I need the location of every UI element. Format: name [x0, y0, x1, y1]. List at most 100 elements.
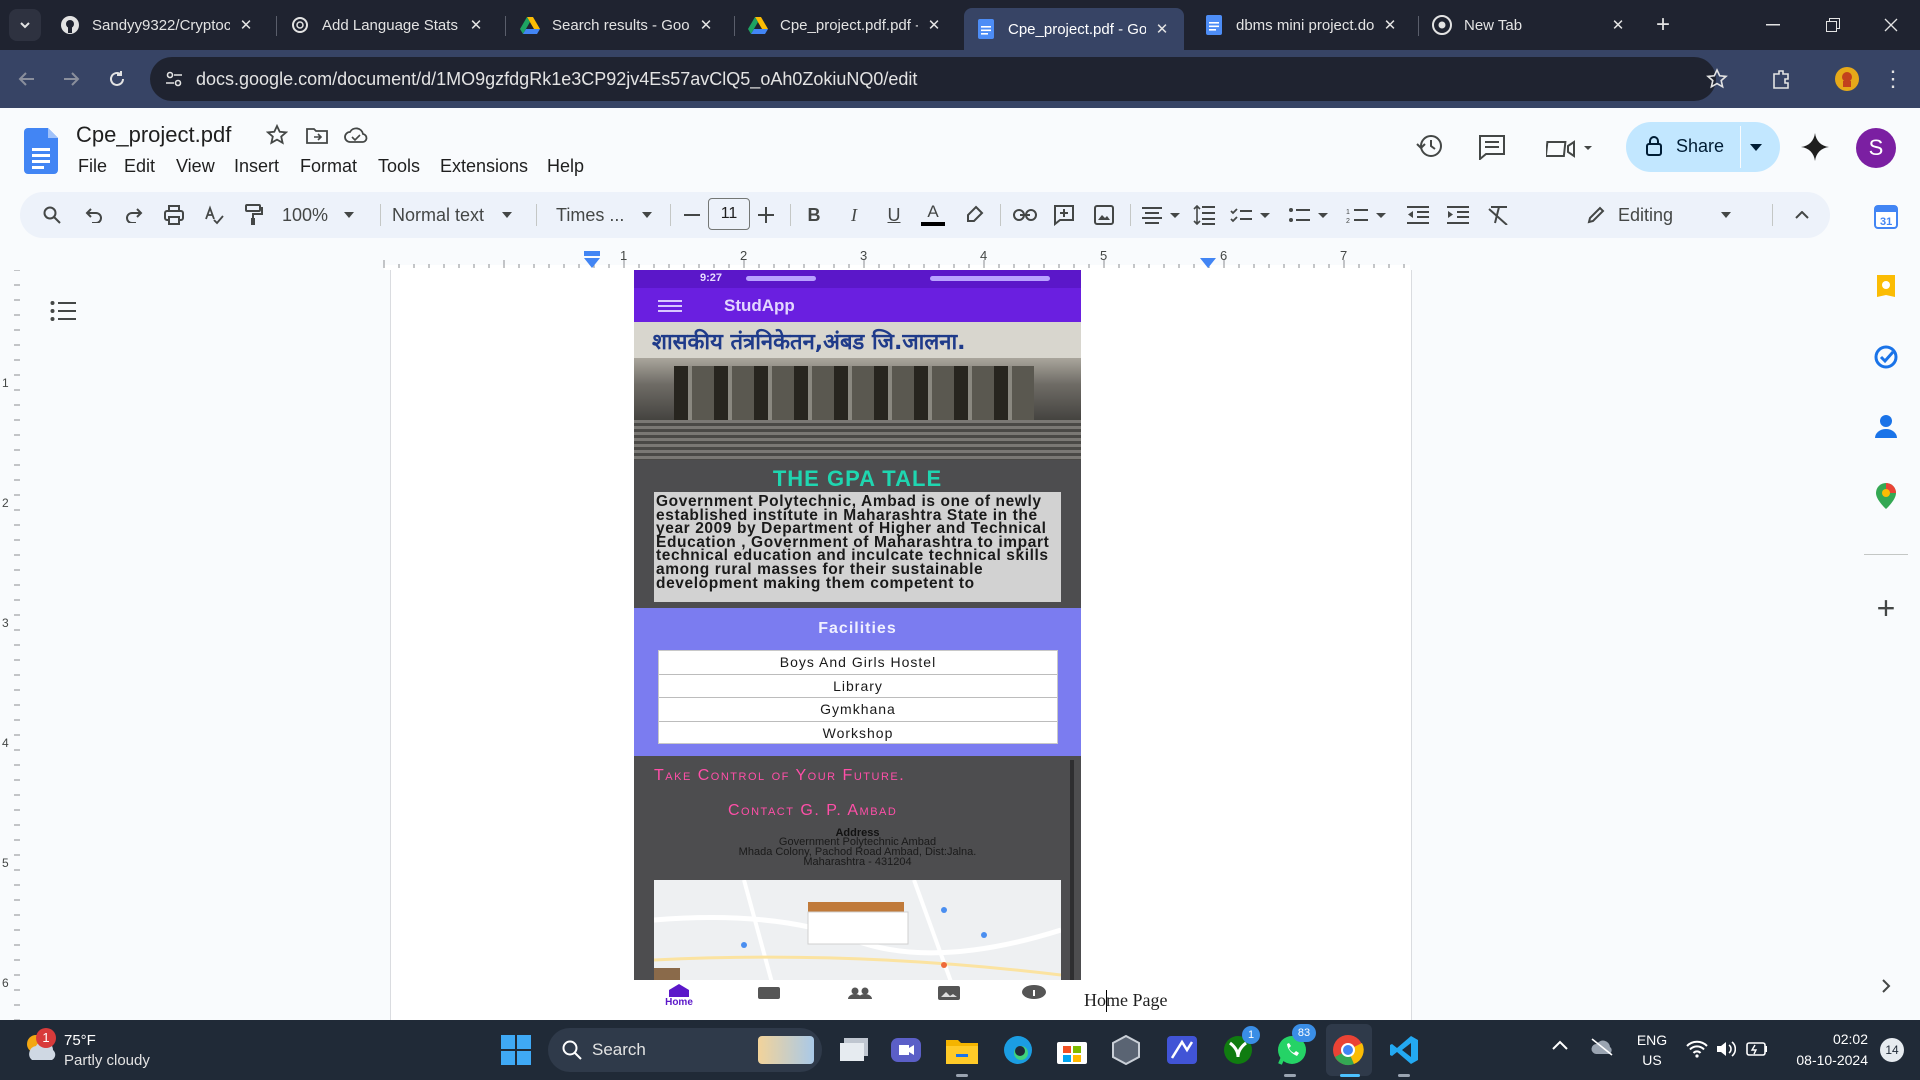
gemini-icon[interactable] — [1800, 132, 1830, 162]
taskbar-search-box[interactable]: Search — [548, 1028, 822, 1072]
star-icon[interactable] — [266, 124, 288, 146]
show-hidden-icons-icon[interactable] — [1552, 1040, 1568, 1050]
powerapps-icon[interactable] — [1162, 1030, 1202, 1070]
move-folder-icon[interactable] — [306, 126, 328, 144]
site-info-icon[interactable] — [164, 69, 184, 89]
version-history-icon[interactable] — [1416, 132, 1444, 160]
bookmark-star-icon[interactable] — [1706, 68, 1728, 90]
paragraph-style-select[interactable]: Normal text — [392, 203, 526, 227]
reload-icon[interactable] — [102, 64, 132, 94]
task-view-icon[interactable] — [834, 1030, 874, 1070]
browser-tab[interactable]: Add Language Stats t ✕ — [278, 8, 498, 42]
document-outline-icon[interactable] — [50, 300, 76, 322]
close-icon[interactable]: ✕ — [236, 16, 256, 34]
browser-tab[interactable]: Search results - Goog ✕ — [508, 8, 728, 42]
battery-icon[interactable] — [1746, 1042, 1768, 1056]
extensions-icon[interactable] — [1766, 64, 1796, 94]
print-icon[interactable] — [162, 203, 186, 227]
browser-tab-active[interactable]: Cpe_project.pdf - Go ✕ — [964, 8, 1184, 50]
spellcheck-icon[interactable] — [202, 203, 226, 227]
add-addon-icon[interactable]: + — [1872, 590, 1900, 626]
calendar-icon[interactable]: 31 — [1872, 203, 1900, 231]
add-comment-icon[interactable] — [1052, 203, 1076, 227]
vscode-icon[interactable] — [1384, 1030, 1424, 1070]
edge-icon[interactable] — [998, 1030, 1038, 1070]
minimize-icon[interactable] — [1744, 0, 1802, 50]
close-icon[interactable]: ✕ — [696, 16, 716, 34]
search-icon[interactable] — [40, 203, 64, 227]
meet-icon[interactable] — [1546, 136, 1596, 160]
close-icon[interactable]: ✕ — [924, 16, 944, 34]
back-icon[interactable] — [12, 64, 42, 94]
font-size-input[interactable]: 11 — [708, 198, 750, 230]
app-shield-icon[interactable] — [1106, 1030, 1146, 1070]
zoom-select[interactable]: 100% — [282, 203, 362, 227]
increase-indent-icon[interactable] — [1446, 203, 1470, 227]
bold-icon[interactable]: B — [802, 203, 826, 227]
browser-tab[interactable]: New Tab ✕ — [1420, 8, 1640, 42]
menu-tools[interactable]: Tools — [378, 156, 420, 177]
editing-mode-select[interactable]: Editing — [1586, 203, 1746, 227]
menu-help[interactable]: Help — [547, 156, 584, 177]
insert-image-icon[interactable] — [1092, 203, 1116, 227]
undo-icon[interactable] — [82, 203, 106, 227]
close-icon[interactable]: ✕ — [1380, 16, 1400, 34]
close-icon[interactable]: ✕ — [1608, 16, 1628, 34]
checklist-icon[interactable] — [1230, 203, 1272, 227]
meet-now-icon[interactable] — [886, 1030, 926, 1070]
chevron-right-icon[interactable] — [1872, 972, 1900, 1000]
clock-date[interactable]: 08-10-2024 — [1784, 1052, 1868, 1068]
docs-logo-icon[interactable] — [24, 128, 58, 174]
numbered-list-icon[interactable]: 12 — [1346, 203, 1388, 227]
document-title[interactable]: Cpe_project.pdf — [76, 122, 231, 148]
decrease-font-size-icon[interactable] — [680, 203, 704, 227]
language-code[interactable]: ENG — [1634, 1032, 1670, 1048]
windows-start-icon[interactable] — [496, 1030, 536, 1070]
close-icon[interactable]: ✕ — [1152, 20, 1172, 38]
link-icon[interactable] — [1012, 203, 1038, 227]
new-tab-icon[interactable]: + — [1650, 13, 1676, 39]
bulleted-list-icon[interactable] — [1288, 203, 1330, 227]
underline-icon[interactable]: U — [882, 203, 906, 227]
italic-icon[interactable]: I — [842, 203, 866, 227]
address-bar[interactable]: docs.google.com/document/d/1MO9gzfdgRk1e… — [150, 57, 1728, 101]
menu-edit[interactable]: Edit — [124, 156, 155, 177]
keep-icon[interactable] — [1872, 274, 1900, 302]
comments-icon[interactable] — [1478, 134, 1506, 160]
highlight-icon[interactable] — [962, 203, 986, 227]
forward-icon[interactable] — [56, 64, 86, 94]
clear-formatting-icon[interactable] — [1486, 203, 1510, 227]
close-icon[interactable]: ✕ — [466, 16, 486, 34]
tasks-icon[interactable] — [1872, 343, 1900, 371]
chrome-icon[interactable] — [1328, 1030, 1368, 1070]
onedrive-off-icon[interactable] — [1590, 1038, 1614, 1056]
clock-time[interactable]: 02:02 — [1784, 1031, 1868, 1047]
volume-icon[interactable] — [1716, 1040, 1736, 1058]
menu-file[interactable]: File — [78, 156, 107, 177]
profile-avatar[interactable] — [1832, 64, 1862, 94]
browser-tab[interactable]: Sandyy9322/Cryptoc ✕ — [48, 8, 268, 42]
file-explorer-icon[interactable] — [942, 1030, 982, 1070]
decrease-indent-icon[interactable] — [1406, 203, 1430, 227]
font-select[interactable]: Times ... — [556, 203, 670, 227]
collapse-menus-icon[interactable] — [1790, 203, 1814, 227]
notification-count-badge[interactable]: 14 — [1880, 1038, 1904, 1062]
wifi-icon[interactable] — [1686, 1040, 1708, 1058]
account-avatar[interactable]: S — [1856, 128, 1896, 168]
line-spacing-icon[interactable] — [1192, 203, 1216, 227]
close-window-icon[interactable] — [1862, 0, 1920, 50]
share-button[interactable]: Share — [1626, 122, 1780, 172]
contacts-icon[interactable] — [1872, 412, 1900, 440]
microsoft-store-icon[interactable] — [1052, 1030, 1092, 1070]
tab-search-button[interactable] — [9, 9, 41, 41]
restore-icon[interactable] — [1804, 0, 1862, 50]
menu-format[interactable]: Format — [300, 156, 357, 177]
browser-tab[interactable]: Cpe_project.pdf.pdf - ✕ — [736, 8, 956, 42]
text-color-icon[interactable]: A — [920, 203, 946, 227]
align-icon[interactable] — [1142, 203, 1182, 227]
menu-view[interactable]: View — [176, 156, 215, 177]
chevron-down-icon[interactable] — [1750, 144, 1762, 152]
language-region[interactable]: US — [1634, 1052, 1670, 1068]
browser-tab[interactable]: dbms mini project.do ✕ — [1192, 8, 1412, 42]
maps-icon[interactable] — [1872, 482, 1900, 510]
